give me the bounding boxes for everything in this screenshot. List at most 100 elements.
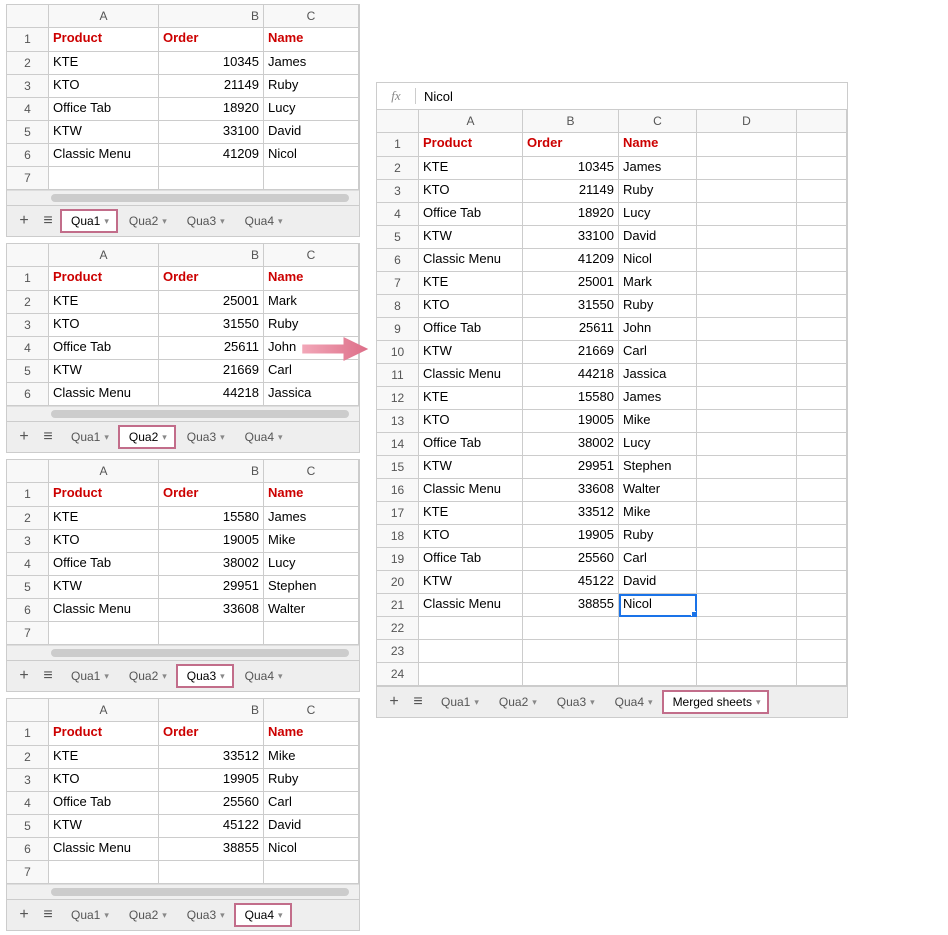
column-header[interactable]: B <box>159 244 264 266</box>
data-cell[interactable] <box>797 502 847 525</box>
data-cell[interactable]: Nicol <box>619 594 697 617</box>
row-header[interactable]: 24 <box>377 663 419 686</box>
column-header[interactable]: C <box>264 244 359 266</box>
row-header[interactable]: 2 <box>7 746 49 769</box>
data-cell[interactable]: Office Tab <box>419 318 523 341</box>
data-cell[interactable]: 19905 <box>159 769 264 792</box>
sheet-tab-qua3[interactable]: Qua3▾ <box>177 426 233 448</box>
add-sheet-button[interactable]: + <box>13 210 35 232</box>
data-cell[interactable] <box>697 640 797 663</box>
data-cell[interactable]: 33100 <box>159 121 264 144</box>
sheet-tab-qua1[interactable]: Qua1▾ <box>61 210 117 232</box>
data-cell[interactable]: Office Tab <box>49 792 159 815</box>
data-cell[interactable]: David <box>619 226 697 249</box>
data-cell[interactable]: Nicol <box>264 838 359 861</box>
data-cell[interactable]: 38002 <box>523 433 619 456</box>
row-header[interactable]: 4 <box>7 792 49 815</box>
data-cell[interactable]: Carl <box>264 792 359 815</box>
data-cell[interactable] <box>697 249 797 272</box>
data-cell[interactable]: KTE <box>419 157 523 180</box>
data-cell[interactable]: 25001 <box>523 272 619 295</box>
column-header[interactable]: C <box>264 460 359 482</box>
data-cell[interactable] <box>797 226 847 249</box>
column-header[interactable]: A <box>49 460 159 482</box>
data-cell[interactable] <box>619 617 697 640</box>
data-cell[interactable] <box>797 640 847 663</box>
data-cell[interactable] <box>264 622 359 645</box>
data-cell[interactable]: Lucy <box>619 433 697 456</box>
data-cell[interactable]: 29951 <box>159 576 264 599</box>
data-cell[interactable]: KTW <box>419 341 523 364</box>
data-cell[interactable] <box>697 341 797 364</box>
row-header[interactable]: 6 <box>7 144 49 167</box>
column-header[interactable]: B <box>159 699 264 721</box>
data-cell[interactable]: Product <box>49 483 159 507</box>
sheet-tab-qua2[interactable]: Qua2▾ <box>119 665 175 687</box>
data-cell[interactable] <box>697 387 797 410</box>
data-cell[interactable]: KTW <box>419 456 523 479</box>
row-header[interactable]: 6 <box>377 249 419 272</box>
row-header[interactable]: 3 <box>7 530 49 553</box>
data-cell[interactable] <box>523 640 619 663</box>
row-header[interactable]: 6 <box>7 838 49 861</box>
row-header[interactable]: 4 <box>7 553 49 576</box>
row-header[interactable]: 5 <box>377 226 419 249</box>
data-cell[interactable] <box>49 167 159 190</box>
data-cell[interactable]: Office Tab <box>419 548 523 571</box>
data-cell[interactable]: Carl <box>619 341 697 364</box>
data-cell[interactable] <box>697 180 797 203</box>
data-cell[interactable] <box>797 410 847 433</box>
data-cell[interactable]: Ruby <box>264 314 359 337</box>
data-cell[interactable] <box>523 617 619 640</box>
column-header[interactable]: C <box>619 110 697 132</box>
data-cell[interactable]: Carl <box>264 360 359 383</box>
data-cell[interactable]: 21149 <box>159 75 264 98</box>
data-cell[interactable]: Classic Menu <box>419 479 523 502</box>
row-header[interactable]: 1 <box>7 28 49 52</box>
data-cell[interactable]: 38002 <box>159 553 264 576</box>
data-cell[interactable] <box>797 341 847 364</box>
data-cell[interactable]: Ruby <box>264 75 359 98</box>
data-cell[interactable]: Lucy <box>264 98 359 121</box>
data-cell[interactable]: Ruby <box>264 769 359 792</box>
row-header[interactable]: 6 <box>7 383 49 406</box>
data-cell[interactable]: 25560 <box>159 792 264 815</box>
data-cell[interactable]: Classic Menu <box>49 838 159 861</box>
data-cell[interactable] <box>697 203 797 226</box>
data-cell[interactable]: KTE <box>49 52 159 75</box>
data-cell[interactable]: James <box>619 157 697 180</box>
row-header[interactable]: 10 <box>377 341 419 364</box>
data-cell[interactable]: 41209 <box>523 249 619 272</box>
data-cell[interactable]: 45122 <box>159 815 264 838</box>
column-header[interactable]: A <box>49 244 159 266</box>
add-sheet-button[interactable]: + <box>383 691 405 713</box>
row-header[interactable]: 2 <box>7 507 49 530</box>
row-header[interactable]: 12 <box>377 387 419 410</box>
row-header[interactable]: 5 <box>7 360 49 383</box>
data-cell[interactable]: KTW <box>49 815 159 838</box>
row-header[interactable]: 2 <box>7 291 49 314</box>
sheet-tab-qua4[interactable]: Qua4▾ <box>605 691 661 713</box>
data-cell[interactable] <box>697 525 797 548</box>
data-cell[interactable]: Order <box>159 483 264 507</box>
data-cell[interactable]: KTO <box>419 410 523 433</box>
data-cell[interactable]: Product <box>49 267 159 291</box>
data-cell[interactable]: Order <box>523 133 619 157</box>
row-header[interactable]: 2 <box>7 52 49 75</box>
data-cell[interactable] <box>797 525 847 548</box>
data-cell[interactable] <box>264 167 359 190</box>
data-cell[interactable] <box>697 157 797 180</box>
data-cell[interactable] <box>797 594 847 617</box>
data-cell[interactable]: Nicol <box>619 249 697 272</box>
data-cell[interactable]: 25560 <box>523 548 619 571</box>
data-cell[interactable] <box>159 622 264 645</box>
data-cell[interactable]: 31550 <box>523 295 619 318</box>
data-cell[interactable] <box>797 479 847 502</box>
row-header[interactable]: 3 <box>7 769 49 792</box>
data-cell[interactable] <box>697 226 797 249</box>
data-cell[interactable] <box>697 133 797 157</box>
row-header[interactable]: 18 <box>377 525 419 548</box>
data-cell[interactable]: Classic Menu <box>49 599 159 622</box>
data-cell[interactable]: Order <box>159 28 264 52</box>
data-cell[interactable] <box>797 180 847 203</box>
